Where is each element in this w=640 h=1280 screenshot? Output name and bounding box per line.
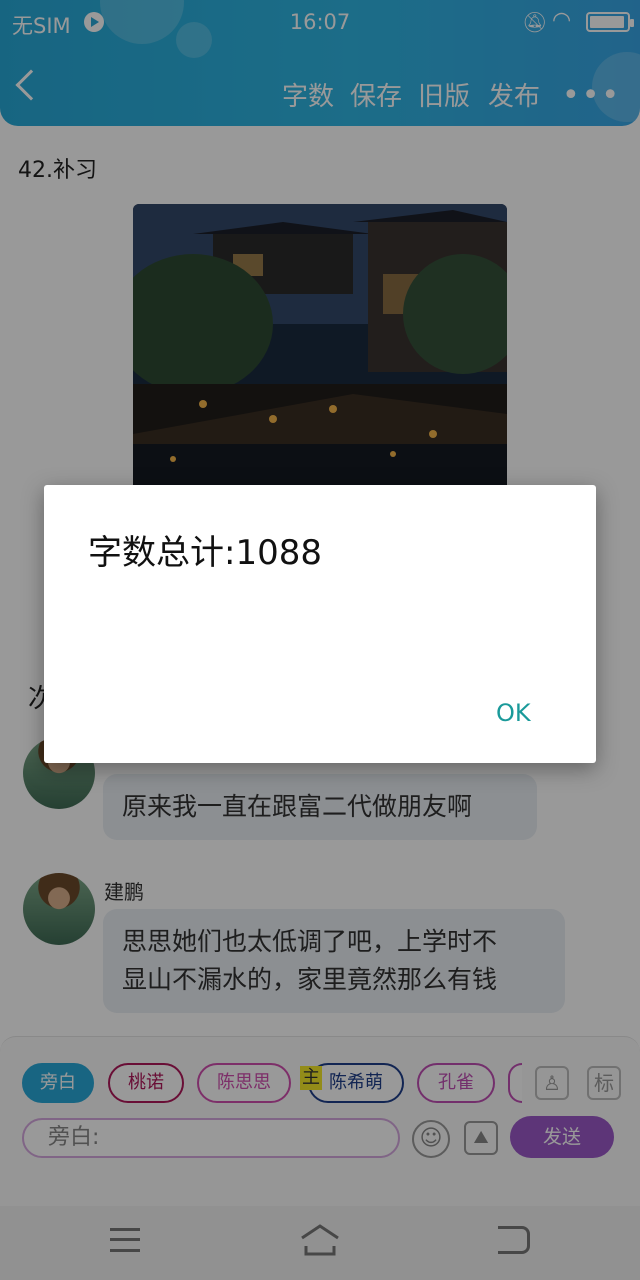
ok-button[interactable]: OK [496, 699, 531, 727]
word-count-dialog: 字数总计:1088 OK [44, 485, 596, 763]
dialog-message: 字数总计:1088 [88, 533, 322, 573]
